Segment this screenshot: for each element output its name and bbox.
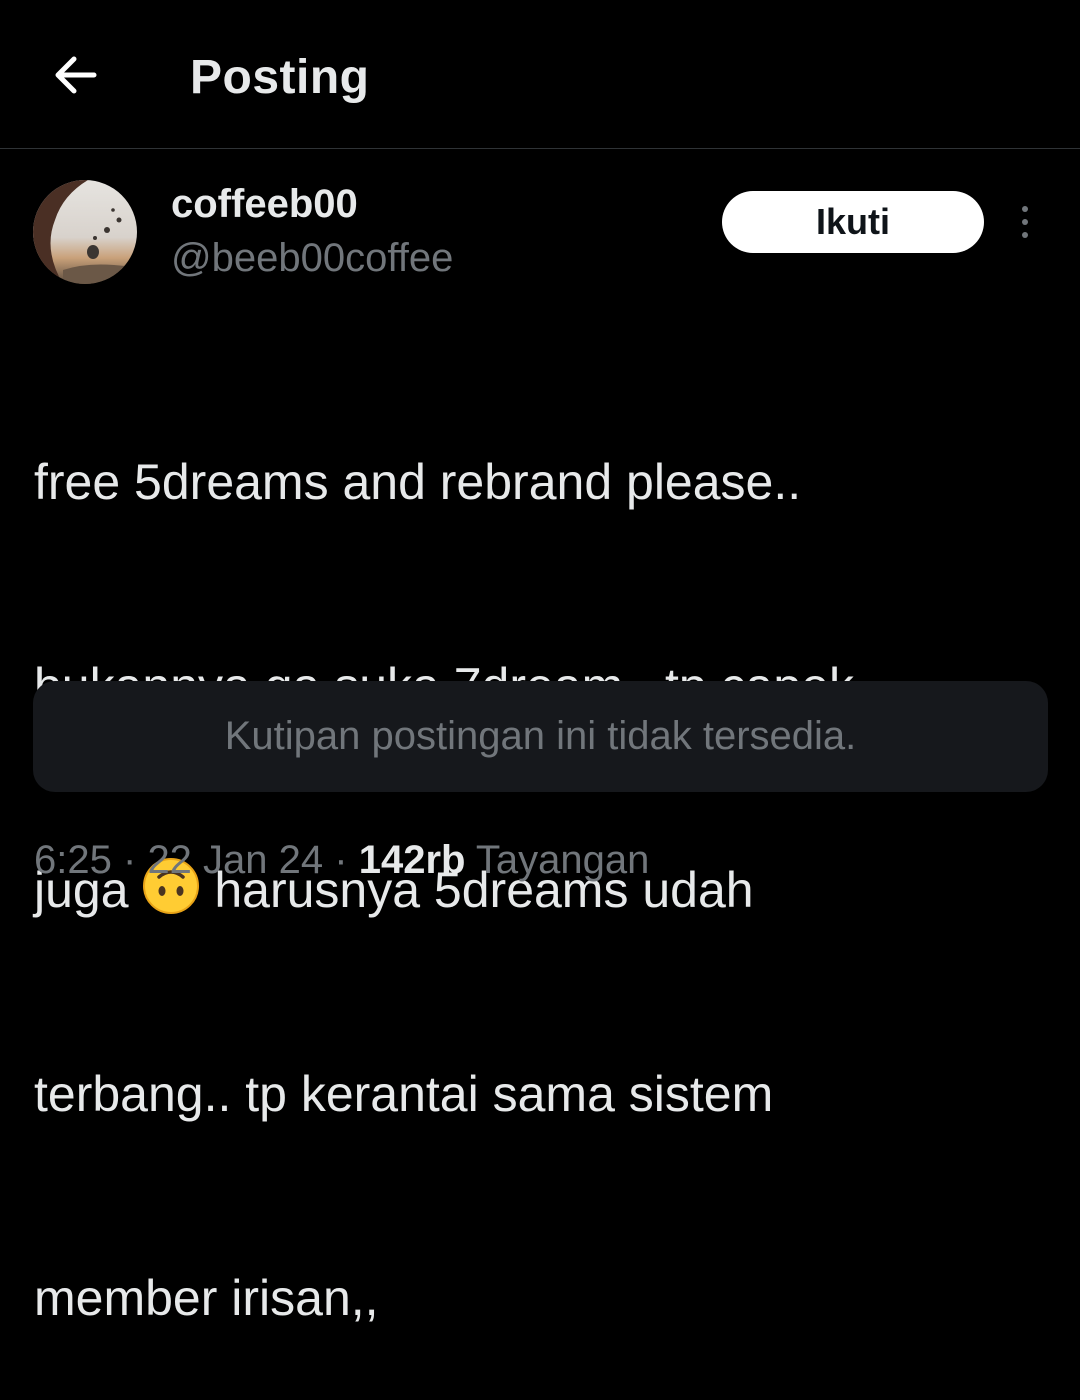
post-meta: 6:25 · 22 Jan 24 · 142rb Tayangan	[34, 834, 649, 886]
views-label[interactable]: Tayangan	[476, 838, 649, 882]
more-vertical-icon	[1022, 206, 1028, 212]
author-handle[interactable]: @beeb00coffee	[171, 234, 453, 282]
post-line: terbang.. tp kerantai sama sistem	[34, 1066, 774, 1122]
more-vertical-icon-dot	[1022, 219, 1028, 225]
post-date[interactable]: 22 Jan 24	[147, 838, 323, 882]
quote-unavailable-box: Kutipan postingan ini tidak tersedia.	[33, 681, 1048, 792]
back-button[interactable]	[40, 40, 110, 110]
meta-separator: ·	[122, 838, 137, 882]
author-display-name[interactable]: coffeeb00	[171, 180, 358, 228]
follow-button[interactable]: Ikuti	[722, 191, 984, 253]
quote-unavailable-text: Kutipan postingan ini tidak tersedia.	[224, 714, 857, 758]
post-time[interactable]: 6:25	[34, 838, 112, 882]
more-vertical-icon-dot	[1022, 232, 1028, 238]
more-options-button[interactable]	[1005, 200, 1045, 244]
top-bar: Posting	[0, 0, 1080, 149]
views-count[interactable]: 142rb	[359, 838, 466, 882]
page-title: Posting	[190, 51, 370, 104]
post-line: free 5dreams and rebrand please..	[34, 454, 802, 510]
meta-separator: ·	[334, 838, 348, 882]
arrow-left-icon	[55, 56, 97, 94]
post-line: member irisan,,	[34, 1270, 379, 1326]
avatar[interactable]	[33, 180, 137, 284]
